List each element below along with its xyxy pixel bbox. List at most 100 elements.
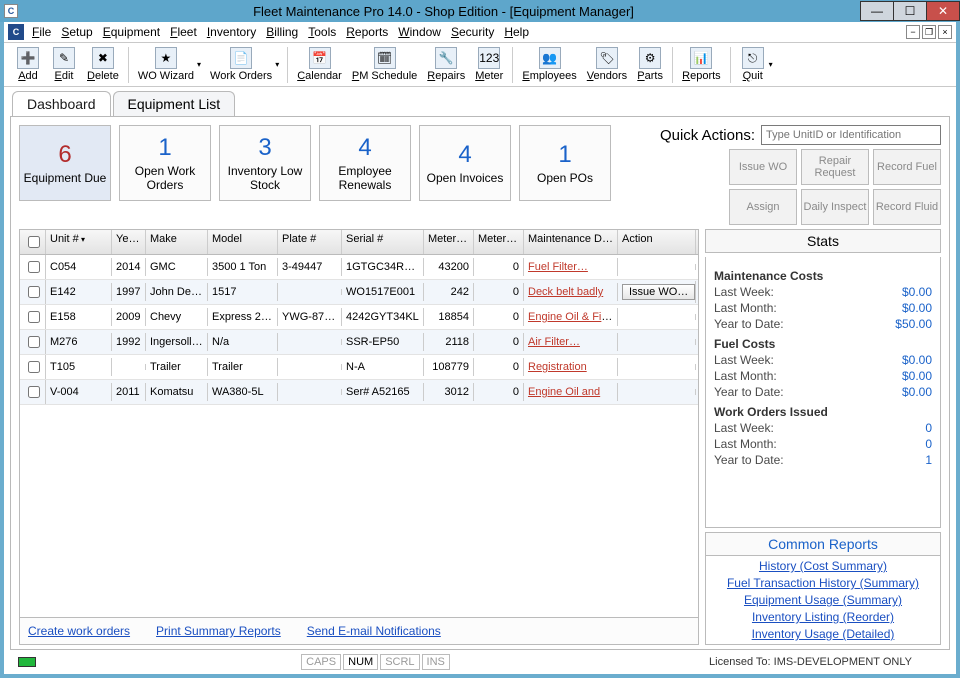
stat-label: Last Month: xyxy=(714,437,777,451)
quick-record-fuel-button[interactable]: Record Fuel xyxy=(873,149,941,185)
menu-setup[interactable]: Setup xyxy=(61,25,92,39)
grid-header-Make[interactable]: Make xyxy=(146,230,208,254)
quick-search-input[interactable] xyxy=(761,125,941,145)
quick-repair-request-button[interactable]: Repair Request xyxy=(801,149,869,185)
maintenance-due-link[interactable]: Engine Oil & Filter… xyxy=(528,311,618,323)
menu-window[interactable]: Window xyxy=(398,25,441,39)
table-row[interactable]: T105TrailerTrailerN-A1087790Registration xyxy=(20,355,698,380)
window-titlebar: C Fleet Maintenance Pro 14.0 - Shop Edit… xyxy=(0,0,960,22)
menu-reports[interactable]: Reports xyxy=(346,25,388,39)
toolbar-employees-button[interactable]: 👥Employees xyxy=(517,45,581,84)
toolbar-work-orders-button[interactable]: 📄Work Orders xyxy=(205,45,277,84)
menu-file[interactable]: File xyxy=(32,25,51,39)
grid-select-all-checkbox[interactable] xyxy=(28,236,40,248)
grid-header-Meter #2[interactable]: Meter #2 xyxy=(474,230,524,254)
stats-group-header: Maintenance Costs xyxy=(714,269,932,283)
grid-header-Model[interactable]: Model xyxy=(208,230,278,254)
toolbar-reports-button[interactable]: 📊Reports xyxy=(677,45,726,84)
grid-row-checkbox[interactable] xyxy=(28,286,40,298)
status-ins: INS xyxy=(422,654,450,670)
toolbar-parts-button[interactable]: ⚙Parts xyxy=(632,45,668,84)
grid-row-checkbox[interactable] xyxy=(28,361,40,373)
toolbar-meter-button[interactable]: 123Meter xyxy=(470,45,508,84)
maintenance-due-link[interactable]: Fuel Filter… xyxy=(528,261,588,273)
stats-group-header: Work Orders Issued xyxy=(714,405,932,419)
window-maximize-button[interactable]: ☐ xyxy=(893,1,927,21)
toolbar-label: Reports xyxy=(682,70,721,82)
report-link-equipment-usage-summary-[interactable]: Equipment Usage (Summary) xyxy=(706,593,940,607)
status-num: NUM xyxy=(343,654,378,670)
stat-value: $0.00 xyxy=(902,285,932,299)
report-link-inventory-usage-detailed-[interactable]: Inventory Usage (Detailed) xyxy=(706,627,940,641)
tile-employee-renewals[interactable]: 4Employee Renewals xyxy=(319,125,411,201)
menu-billing[interactable]: Billing xyxy=(266,25,298,39)
mdi-restore-button[interactable]: ❐ xyxy=(922,25,936,39)
mdi-minimize-button[interactable]: − xyxy=(906,25,920,39)
toolbar-repairs-button[interactable]: 🔧Repairs xyxy=(422,45,470,84)
stat-label: Last Month: xyxy=(714,369,777,383)
grid-header-Action[interactable]: Action xyxy=(618,230,696,254)
maintenance-due-link[interactable]: Registration xyxy=(528,361,587,373)
menu-fleet[interactable]: Fleet xyxy=(170,25,197,39)
toolbar-wo-wizard-button[interactable]: ★WO Wizard xyxy=(133,45,199,84)
report-link-inventory-listing-reorder-[interactable]: Inventory Listing (Reorder) xyxy=(706,610,940,624)
toolbar-pm-schedule-button[interactable]: 🗓PM Schedule xyxy=(347,45,422,84)
toolbar-parts-icon: ⚙ xyxy=(639,47,661,69)
window-close-button[interactable]: ✕ xyxy=(926,1,960,21)
grid-header-select[interactable] xyxy=(20,230,46,254)
link-print-summary-reports[interactable]: Print Summary Reports xyxy=(156,624,281,638)
toolbar-delete-button[interactable]: ✖Delete xyxy=(82,45,124,84)
grid-row-checkbox[interactable] xyxy=(28,261,40,273)
tab-equipment-list[interactable]: Equipment List xyxy=(113,91,236,116)
grid-row-checkbox[interactable] xyxy=(28,311,40,323)
menu-tools[interactable]: Tools xyxy=(308,25,336,39)
tile-open-pos[interactable]: 1Open POs xyxy=(519,125,611,201)
menu-security[interactable]: Security xyxy=(451,25,494,39)
grid-row-checkbox[interactable] xyxy=(28,386,40,398)
report-link-fuel-transaction-history-summary-[interactable]: Fuel Transaction History (Summary) xyxy=(706,576,940,590)
grid-header-Maintenance Due[interactable]: Maintenance Due xyxy=(524,230,618,254)
tile-open-work-orders[interactable]: 1Open Work Orders xyxy=(119,125,211,201)
menu-inventory[interactable]: Inventory xyxy=(207,25,256,39)
dropdown-icon[interactable]: ▾ xyxy=(769,60,777,69)
mdi-close-button[interactable]: × xyxy=(938,25,952,39)
toolbar-vendors-button[interactable]: 🏷Vendors xyxy=(582,45,632,84)
table-row[interactable]: E1582009ChevyExpress 2500YWG-874O4242GYT… xyxy=(20,305,698,330)
tile-inventory-low-stock[interactable]: 3Inventory Low Stock xyxy=(219,125,311,201)
table-row[interactable]: V-0042011KomatsuWA380-5LSer# A5216530120… xyxy=(20,380,698,405)
grid-header-Unit #[interactable]: Unit # ▾ xyxy=(46,230,112,254)
tile-equipment-due[interactable]: 6Equipment Due xyxy=(19,125,111,201)
window-minimize-button[interactable]: — xyxy=(860,1,894,21)
quick-issue-wo-button[interactable]: Issue WO xyxy=(729,149,797,185)
dropdown-icon[interactable]: ▾ xyxy=(275,60,283,69)
toolbar-edit-button[interactable]: ✎Edit xyxy=(46,45,82,84)
menu-help[interactable]: Help xyxy=(504,25,529,39)
grid-header-Meter #1[interactable]: Meter #1 xyxy=(424,230,474,254)
link-send-email-notifications[interactable]: Send E-mail Notifications xyxy=(307,624,441,638)
stat-label: Year to Date: xyxy=(714,385,784,399)
table-row[interactable]: M2761992Ingersoll-RanN/aSSR-EP5021180Air… xyxy=(20,330,698,355)
connection-led-icon xyxy=(18,657,36,667)
grid-row-checkbox[interactable] xyxy=(28,336,40,348)
quick-assign-button[interactable]: Assign xyxy=(729,189,797,225)
toolbar-quit-button[interactable]: ⎋Quit xyxy=(735,45,771,84)
dropdown-icon[interactable]: ▾ xyxy=(197,60,205,69)
quick-record-fluid-button[interactable]: Record Fluid xyxy=(873,189,941,225)
maintenance-due-link[interactable]: Engine Oil and xyxy=(528,386,600,398)
table-row[interactable]: C0542014GMC3500 1 Ton3-494471GTGC34ROY43… xyxy=(20,255,698,280)
tile-open-invoices[interactable]: 4Open Invoices xyxy=(419,125,511,201)
maintenance-due-link[interactable]: Deck belt badly xyxy=(528,286,603,298)
toolbar-calendar-button[interactable]: 📅Calendar xyxy=(292,45,347,84)
table-row[interactable]: E1421997John Deere1517WO1517E0012420Deck… xyxy=(20,280,698,305)
tab-dashboard[interactable]: Dashboard xyxy=(12,91,111,116)
report-link-history-cost-summary-[interactable]: History (Cost Summary) xyxy=(706,559,940,573)
toolbar-add-button[interactable]: ➕Add xyxy=(10,45,46,84)
grid-header-Serial #[interactable]: Serial # xyxy=(342,230,424,254)
menu-equipment[interactable]: Equipment xyxy=(103,25,160,39)
maintenance-due-link[interactable]: Air Filter… xyxy=(528,336,580,348)
grid-header-Plate #[interactable]: Plate # xyxy=(278,230,342,254)
quick-daily-inspect-button[interactable]: Daily Inspect xyxy=(801,189,869,225)
grid-header-Year[interactable]: Year ▾ xyxy=(112,230,146,254)
link-create-work-orders[interactable]: Create work orders xyxy=(28,624,130,638)
issue-wo-button[interactable]: Issue WO… xyxy=(622,284,695,300)
